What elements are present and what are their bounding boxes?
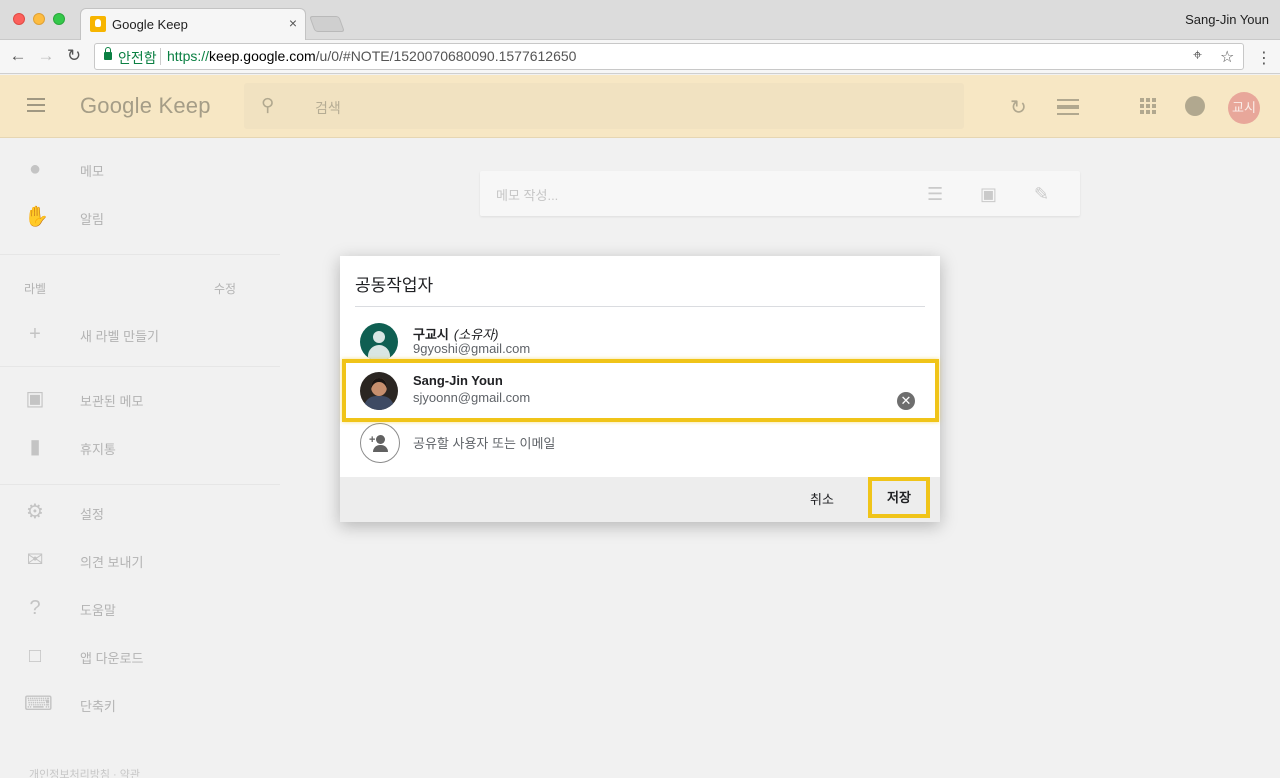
sidebar-item-feedback[interactable]: ✉ 의견 보내기 xyxy=(0,540,280,580)
save-button-highlight: 저장 xyxy=(868,477,930,518)
browser-tab[interactable]: Google Keep × xyxy=(80,8,306,40)
cancel-button[interactable]: 취소 xyxy=(810,489,834,508)
dialog-footer: 취소 xyxy=(340,477,940,522)
labels-edit-link[interactable]: 수정 xyxy=(214,280,236,297)
account-avatar[interactable]: 교시 xyxy=(1228,92,1260,124)
url-text[interactable]: https://keep.google.com/u/0/#NOTE/152007… xyxy=(167,48,576,64)
reminder-hand-icon: ✋ xyxy=(24,206,49,228)
archive-icon: ▣ xyxy=(25,388,45,410)
reload-button[interactable]: ↻ xyxy=(64,46,84,66)
lightbulb-icon: ● xyxy=(28,158,42,180)
list-view-icon[interactable] xyxy=(1057,99,1079,115)
add-collaborator-row[interactable]: + 공유할 사용자 또는 이메일 xyxy=(340,421,940,463)
sidebar-item-archive[interactable]: ▣ 보관된 메모 xyxy=(0,379,280,419)
collaborator-email: 9gyoshi@gmail.com xyxy=(413,341,531,356)
trash-icon: ▮ xyxy=(29,436,41,458)
gear-icon: ⚙ xyxy=(26,501,44,523)
secure-label: 안전함 xyxy=(118,50,157,66)
back-button[interactable]: ← xyxy=(8,46,28,66)
browser-titlebar: Google Keep × Sang-Jin Youn xyxy=(0,0,1280,40)
sidebar-item-settings[interactable]: ⚙ 설정 xyxy=(0,492,280,532)
collaborator-name-text: 구교시 xyxy=(413,327,449,342)
collaborator-highlight-box xyxy=(342,359,939,422)
browser-profile-name[interactable]: Sang-Jin Youn xyxy=(1185,12,1269,27)
sidebar-item-label: 새 라벨 만들기 xyxy=(80,329,159,344)
help-icon: ? xyxy=(29,597,41,619)
sidebar-item-label: 휴지통 xyxy=(80,442,116,457)
tab-title: Google Keep xyxy=(112,17,188,32)
sidebar-item-label: 앱 다운로드 xyxy=(80,651,144,666)
add-person-icon: + xyxy=(360,423,400,463)
keep-favicon-icon xyxy=(90,16,106,32)
keep-logo[interactable]: Google Keep xyxy=(80,93,211,119)
maximize-window-button[interactable] xyxy=(53,13,65,25)
sidebar-item-trash[interactable]: ▮ 휴지통 xyxy=(0,427,280,467)
url-scheme: https:// xyxy=(167,48,210,64)
keep-header: Google Keep ⚲ 검색 ↻ 교시 xyxy=(0,75,1280,138)
note-composer[interactable]: 메모 작성... ☰ ▣ ✎ xyxy=(480,171,1080,216)
new-tab-button[interactable] xyxy=(309,16,345,32)
sidebar-divider xyxy=(0,254,280,255)
url-separator xyxy=(160,48,161,65)
bookmark-star-icon[interactable]: ☆ xyxy=(1220,47,1234,67)
plus-icon: + xyxy=(29,323,41,345)
search-bar[interactable]: ⚲ 검색 xyxy=(244,83,964,129)
minimize-window-button[interactable] xyxy=(33,13,45,25)
add-collaborator-input[interactable]: 공유할 사용자 또는 이메일 xyxy=(413,433,555,452)
sidebar-item-reminders[interactable]: ✋ 알림 xyxy=(0,197,280,237)
sidebar-item-shortcuts[interactable]: ⌨ 단축키 xyxy=(0,684,280,724)
sidebar-item-label: 알림 xyxy=(80,212,104,227)
sidebar-item-label: 도움말 xyxy=(80,603,116,618)
dialog-divider xyxy=(355,306,925,307)
save-button[interactable]: 저장 xyxy=(872,481,926,514)
image-icon[interactable]: ▣ xyxy=(980,184,997,205)
owner-avatar-icon xyxy=(360,323,398,361)
url-path: /u/0/#NOTE/1520070680090.1577612650 xyxy=(315,48,577,64)
keyboard-icon: ⌨ xyxy=(24,693,53,715)
owner-role: (소유자) xyxy=(453,327,499,342)
sidebar-item-new-label[interactable]: + 새 라벨 만들기 xyxy=(0,314,280,354)
sidebar-item-label: 의견 보내기 xyxy=(80,555,144,570)
sidebar-item-label: 설정 xyxy=(80,507,104,522)
pen-icon[interactable]: ✎ xyxy=(1034,184,1049,205)
lock-icon xyxy=(104,47,112,60)
notifications-icon[interactable] xyxy=(1185,96,1205,116)
composer-placeholder: 메모 작성... xyxy=(496,188,559,203)
browser-toolbar: ← → ↻ 안전함 https://keep.google.com/u/0/#N… xyxy=(0,40,1280,74)
sidebar-item-app-download[interactable]: □ 앱 다운로드 xyxy=(0,636,280,676)
sidebar-item-label: 보관된 메모 xyxy=(80,394,144,409)
tab-close-icon[interactable]: × xyxy=(289,15,297,31)
main-menu-icon[interactable] xyxy=(27,98,45,112)
footer-links[interactable]: 개인정보처리방침 · 약관 xyxy=(29,766,140,778)
sidebar: ● 메모 ✋ 알림 라벨 수정 + 새 라벨 만들기 ▣ 보관된 메모 ▮ 휴지… xyxy=(0,139,280,778)
close-window-button[interactable] xyxy=(13,13,25,25)
sidebar-divider xyxy=(0,484,280,485)
sidebar-item-label: 메모 xyxy=(80,164,104,179)
checklist-icon[interactable]: ☰ xyxy=(927,184,943,205)
sidebar-item-help[interactable]: ? 도움말 xyxy=(0,588,280,628)
sidebar-divider xyxy=(0,366,280,367)
browser-menu-icon[interactable]: ⋮ xyxy=(1256,48,1272,68)
feedback-icon: ✉ xyxy=(26,549,44,571)
forward-button[interactable]: → xyxy=(36,46,56,66)
dialog-title: 공동작업자 xyxy=(355,276,434,295)
location-icon[interactable]: ⌖ xyxy=(1193,47,1202,65)
apps-grid-icon[interactable] xyxy=(1140,98,1156,114)
search-placeholder: 검색 xyxy=(315,100,341,116)
devices-icon: □ xyxy=(28,645,42,667)
sidebar-item-notes[interactable]: ● 메모 xyxy=(0,149,280,189)
url-host: keep.google.com xyxy=(209,48,316,64)
labels-heading: 라벨 xyxy=(24,282,47,296)
address-bar[interactable]: 안전함 https://keep.google.com/u/0/#NOTE/15… xyxy=(94,43,1244,70)
search-icon: ⚲ xyxy=(261,95,275,115)
refresh-icon[interactable]: ↻ xyxy=(1010,95,1027,120)
sidebar-item-label: 단축키 xyxy=(80,699,116,714)
